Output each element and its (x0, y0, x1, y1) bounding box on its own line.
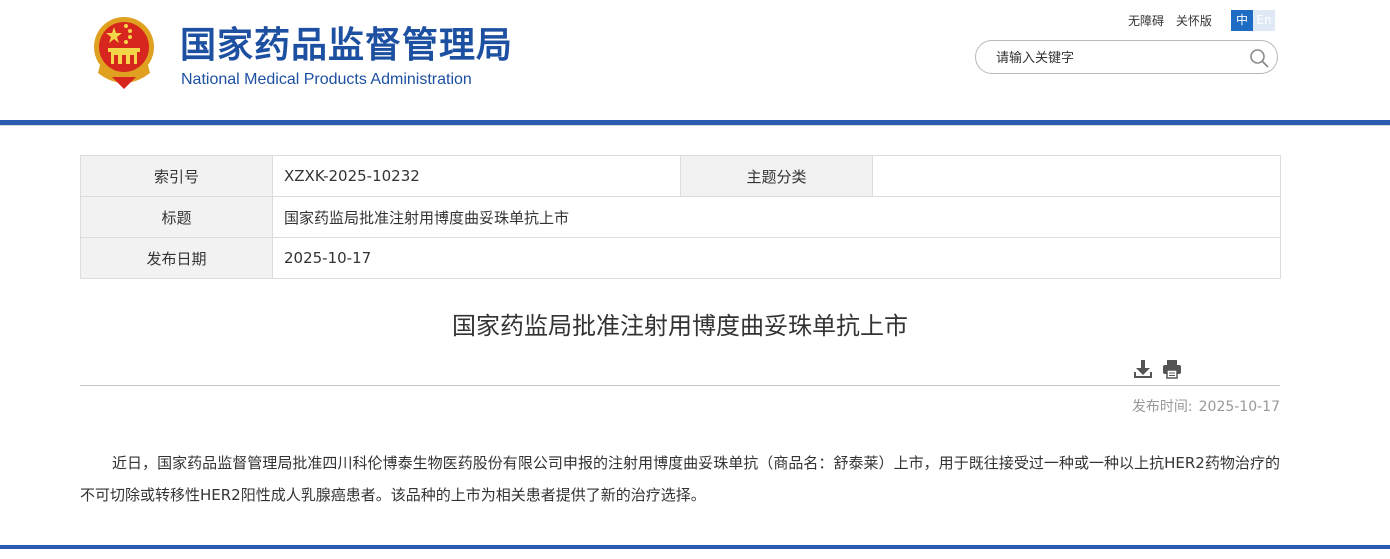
index-value: XZXK-2025-10232 (272, 155, 681, 197)
print-icon[interactable] (1162, 359, 1182, 379)
header-shadow-line (0, 125, 1390, 126)
search-input[interactable] (994, 48, 1238, 68)
site-name-en[interactable]: National Medical Products Administration (181, 70, 472, 90)
top-links: 无障碍 关怀版 (1128, 12, 1220, 29)
site-header: 国家药品监督管理局 National Medical Products Admi… (0, 0, 1390, 120)
lang-en-button[interactable]: En (1253, 10, 1275, 31)
lang-zh-button[interactable]: 中 (1231, 10, 1253, 31)
search-icon[interactable] (1249, 48, 1269, 68)
elder-mode-link[interactable]: 关怀版 (1176, 14, 1212, 28)
article-title: 国家药监局批准注射用博度曲妥珠单抗上市 (452, 312, 908, 340)
info-table: 索引号 XZXK-2025-10232 主题分类 标题 国家药监局批准注射用博度… (80, 155, 1281, 279)
publish-time: 发布时间: 2025-10-17 (1126, 396, 1280, 416)
publish-date: 2025-10-17 (1198, 399, 1280, 415)
title-value: 国家药监局批准注射用博度曲妥珠单抗上市 (272, 196, 1281, 238)
title-divider (80, 385, 1280, 386)
language-switch: 中 En (1231, 10, 1275, 31)
download-icon[interactable] (1133, 359, 1153, 379)
table-row: 标题 国家药监局批准注射用博度曲妥珠单抗上市 (80, 196, 1281, 238)
site-name-cn[interactable]: 国家药品监督管理局 (180, 24, 513, 68)
footer-bar (0, 545, 1390, 549)
date-label: 发布日期 (80, 237, 273, 279)
publish-label: 发布时间: (1131, 399, 1193, 415)
national-emblem-icon[interactable] (92, 15, 156, 91)
accessibility-link[interactable]: 无障碍 (1128, 14, 1164, 28)
table-row: 索引号 XZXK-2025-10232 主题分类 (80, 155, 1281, 197)
title-label: 标题 (80, 196, 273, 238)
article-tools (1133, 359, 1191, 379)
article-body: 近日，国家药品监督管理局批准四川科伦博泰生物医药股份有限公司申报的注射用博度曲妥… (80, 454, 1280, 504)
date-value: 2025-10-17 (272, 237, 1281, 279)
table-row: 发布日期 2025-10-17 (80, 237, 1281, 279)
topic-value (872, 155, 1281, 197)
topic-label: 主题分类 (680, 155, 873, 197)
search-box (975, 40, 1278, 74)
index-label: 索引号 (80, 155, 273, 197)
